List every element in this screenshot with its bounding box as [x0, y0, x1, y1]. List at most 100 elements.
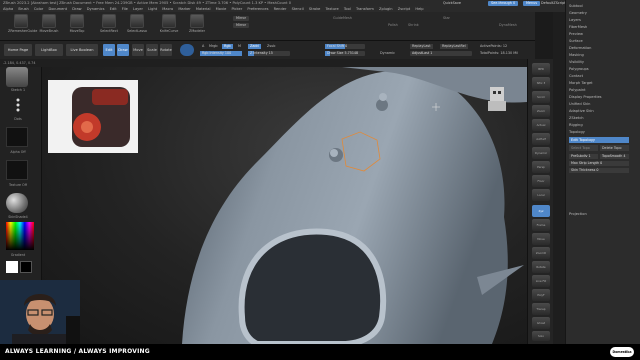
menu-layer[interactable]: Layer — [133, 7, 143, 11]
polyf-button[interactable]: PolyF — [532, 289, 550, 301]
zoomd-button[interactable]: ZoomD — [532, 247, 550, 259]
move-button[interactable]: Move — [132, 44, 144, 56]
sphere-gizmo-icon[interactable] — [180, 44, 194, 56]
menu-stroke[interactable]: Stroke — [309, 7, 320, 11]
rotate-view-button[interactable]: Rotate — [532, 261, 550, 273]
menu-draw[interactable]: Draw — [72, 7, 81, 11]
menu-macro[interactable]: Macro — [162, 7, 173, 11]
shelf-selectrect[interactable]: SelectRect — [96, 14, 122, 33]
select-topo-button[interactable]: Select Topo — [569, 145, 598, 151]
skin-thickness-slider[interactable]: Skin Thickness 0 — [569, 168, 629, 173]
zoom-button[interactable]: Zoom — [532, 105, 550, 117]
home-page-button[interactable]: Home Page — [4, 44, 32, 56]
max-strip-length-slider[interactable]: Max Strip Length 0 — [569, 161, 629, 166]
actual-button[interactable]: Actual — [532, 119, 550, 131]
palette-unified-skin[interactable]: Unified Skin — [569, 102, 590, 106]
solo-button[interactable]: Solo — [532, 331, 550, 341]
adjust-last-slider[interactable]: AdjustLast 1 — [410, 51, 472, 56]
mrgb-toggle[interactable]: Mrgb — [207, 44, 220, 49]
menu-preferences[interactable]: Preferences — [247, 7, 268, 11]
scale-button[interactable]: Scale — [146, 44, 158, 56]
viewport-canvas[interactable] — [42, 67, 527, 344]
dynamic-toggle[interactable]: Dynamic — [378, 51, 397, 56]
focal-shift-slider[interactable]: Focal Shift 0 — [325, 44, 365, 49]
rotate-button[interactable]: Rotate — [160, 44, 172, 56]
menu-render[interactable]: Render — [274, 7, 287, 11]
brush-thumbnail[interactable] — [6, 67, 28, 87]
aahalf-button[interactable]: AAHalf — [532, 133, 550, 145]
menu-light[interactable]: Light — [148, 7, 157, 11]
texture-thumbnail[interactable] — [6, 160, 28, 180]
menu-edit[interactable]: Edit — [110, 7, 117, 11]
spix-button[interactable]: SPix 3 — [532, 77, 550, 89]
line-fill-button[interactable]: Line Fill — [532, 275, 550, 287]
m-toggle[interactable]: M — [236, 44, 243, 49]
menu-tool[interactable]: Tool — [344, 7, 351, 11]
palette-fibermesh[interactable]: FiberMesh — [569, 25, 587, 29]
palette-polygroups[interactable]: Polygroups — [569, 67, 589, 71]
menu-help[interactable]: Help — [415, 7, 423, 11]
menu-file[interactable]: File — [122, 7, 128, 11]
quicksave-button[interactable]: QuickSave — [440, 1, 464, 6]
palette-adaptive-skin[interactable]: Adaptive Skin — [569, 109, 594, 113]
navigation-cube[interactable] — [488, 87, 506, 111]
menu-picker[interactable]: Picker — [231, 7, 242, 11]
mirror2-button[interactable]: Mirror — [233, 23, 249, 28]
menu-movie[interactable]: Movie — [216, 7, 227, 11]
edit-button[interactable]: Edit — [103, 44, 115, 56]
menu-document[interactable]: Document — [48, 7, 67, 11]
presubdiv-slider[interactable]: PreSubdiv 1 — [569, 154, 598, 159]
persp-button[interactable]: Persp — [532, 161, 550, 173]
shelf-movetop[interactable]: MoveTop — [64, 14, 90, 33]
menu-transform[interactable]: Transform — [356, 7, 374, 11]
color-picker[interactable] — [6, 222, 34, 250]
menu-dynamics[interactable]: Dynamics — [87, 7, 105, 11]
local-button[interactable]: Local — [532, 189, 550, 201]
palette-zsketch[interactable]: ZSketch — [569, 116, 584, 120]
delete-topo-button[interactable]: Delete Topo — [600, 145, 629, 151]
zadd-toggle[interactable]: Zadd — [248, 44, 261, 49]
dynamic-persp-button[interactable]: Dynamic — [532, 147, 550, 159]
guidemesh-button[interactable]: GuideMesh — [330, 16, 355, 21]
see-through-slider[interactable]: See-through 0 — [488, 1, 519, 6]
xyz-button[interactable]: Xyz — [532, 205, 550, 217]
palette-geometry[interactable]: Geometry — [569, 11, 587, 15]
shelf-knifecurve[interactable]: KnifeCurve — [156, 14, 182, 33]
dynamesh-button[interactable]: DynaMesh — [496, 23, 520, 28]
palette-morph-target[interactable]: Morph Target — [569, 81, 593, 85]
shelf-selectlasso[interactable]: SelectLasso — [124, 14, 150, 33]
palette-contact[interactable]: Contact — [569, 74, 583, 78]
palette-layers[interactable]: Layers — [569, 18, 581, 22]
secondary-color-swatch[interactable] — [20, 261, 32, 273]
frame-button[interactable]: Frame — [532, 219, 550, 231]
rgb-intensity-slider[interactable]: Rgb Intensity 100 — [200, 51, 242, 56]
shrink-button[interactable]: Shrink — [405, 23, 422, 28]
palette-topology[interactable]: Topology — [569, 130, 585, 134]
menu-marker[interactable]: Marker — [178, 7, 190, 11]
star-button[interactable]: Star — [440, 16, 453, 21]
edit-topology-button[interactable]: Edit Topology — [569, 137, 629, 143]
transp-button[interactable]: Transp — [532, 303, 550, 315]
shelf-zremesherguide[interactable]: ZRemesherGuide — [8, 14, 37, 33]
floor-button[interactable]: Floor — [532, 175, 550, 187]
replay-last-rel-button[interactable]: ReplayLastRel — [440, 44, 468, 49]
draw-size-slider[interactable]: Draw Size 5.75148 — [325, 51, 365, 56]
palette-deformation[interactable]: Deformation — [569, 46, 591, 50]
z-intensity-slider[interactable]: Z Intensity 15 — [248, 51, 290, 56]
shelf-movebrush[interactable]: MoveBrush — [36, 14, 62, 33]
scroll-button[interactable]: Scroll — [532, 91, 550, 103]
live-boolean-button[interactable]: Live Boolean — [66, 44, 98, 56]
palette-visibility[interactable]: Visibility — [569, 60, 584, 64]
lightbox-button[interactable]: LightBox — [35, 44, 63, 56]
bpr-button[interactable]: BPR — [532, 63, 550, 75]
toposmooth-slider[interactable]: TopoSmooth 4 — [600, 154, 629, 159]
palette-display-properties[interactable]: Display Properties — [569, 95, 602, 99]
menu-stencil[interactable]: Stencil — [292, 7, 304, 11]
palette-rigging[interactable]: Rigging — [569, 123, 583, 127]
palette-surface[interactable]: Surface — [569, 39, 583, 43]
menu-brush[interactable]: Brush — [18, 7, 28, 11]
move-view-button[interactable]: Move — [532, 233, 550, 245]
a-toggle[interactable]: A — [200, 44, 206, 49]
menu-zscript[interactable]: Zscript — [398, 7, 410, 11]
polish-button[interactable]: Polish — [385, 23, 401, 28]
